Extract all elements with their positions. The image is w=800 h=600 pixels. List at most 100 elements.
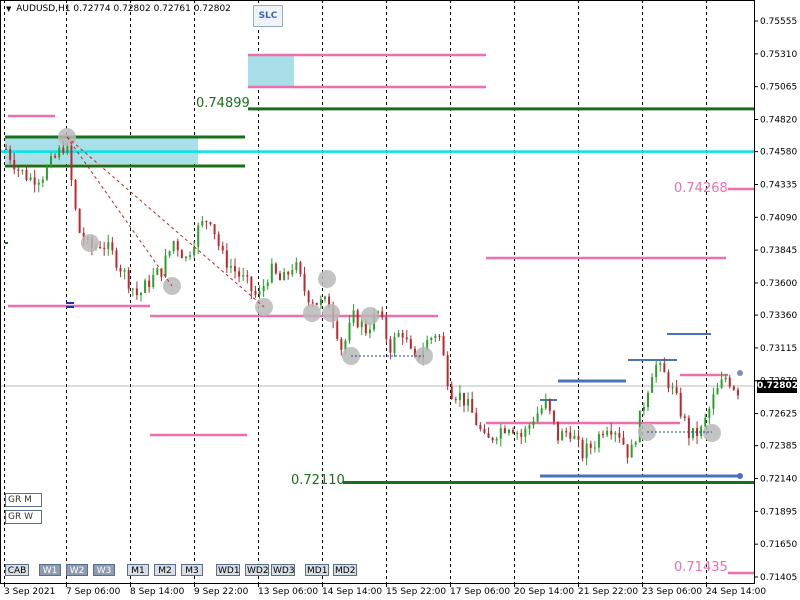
candle-body — [532, 421, 535, 426]
tf-button-md1[interactable]: MD1 — [305, 564, 329, 576]
candle-body — [123, 270, 126, 272]
tf-button-w1[interactable]: W1 — [39, 564, 61, 576]
candle-body — [524, 428, 527, 437]
candle-body — [172, 241, 175, 252]
tf-button-m2[interactable]: M2 — [154, 564, 176, 576]
candle-body — [606, 430, 609, 436]
candle-body — [356, 310, 359, 328]
candle-body — [254, 291, 257, 295]
candle-body — [405, 337, 408, 340]
tf-button-w2[interactable]: W2 — [66, 564, 88, 576]
candle-body — [360, 321, 363, 328]
tf-button-m1[interactable]: M1 — [127, 564, 149, 576]
level-endpoint-marker — [737, 370, 743, 376]
candle-body — [54, 155, 57, 158]
level-label-pink-bottom: 0.71435 — [674, 560, 728, 575]
candle-body — [315, 302, 318, 305]
current-price-tag: 0.72802 — [757, 380, 798, 393]
candle-body — [9, 149, 12, 160]
candle-body — [242, 275, 245, 277]
candle-body — [246, 275, 249, 277]
time-tick-label: 24 Sep 14:00 — [706, 587, 766, 597]
candle-body — [139, 292, 142, 296]
candle-body — [520, 433, 523, 437]
candle-body — [144, 280, 147, 293]
candle-body — [716, 387, 719, 395]
candle-body — [430, 337, 433, 341]
price-tick-label: 0.74580 — [760, 148, 797, 158]
price-tick-label: 0.71650 — [760, 540, 797, 550]
candle-body — [127, 270, 130, 289]
triangle-down-icon[interactable]: ▼ — [6, 5, 11, 13]
candle-body — [13, 159, 16, 170]
supply-zone — [248, 55, 294, 87]
ohlc-open: 0.72774 — [73, 4, 111, 14]
tf-button-wd2[interactable]: WD2 — [245, 564, 269, 576]
candle-body — [512, 429, 515, 434]
candle-body — [119, 267, 122, 272]
candle-body — [544, 399, 547, 409]
candle-body — [17, 169, 20, 171]
tf-button-w3[interactable]: W3 — [93, 564, 115, 576]
chart-canvas[interactable]: 3 Sep 2021 7 Sep 06:00 8 Sep 14:00 9 Sep 22… — [0, 0, 800, 600]
tf-button-m3[interactable]: M3 — [181, 564, 203, 576]
candle-body — [548, 399, 551, 411]
price-tick-label: 0.75555 — [760, 17, 797, 27]
candle-body — [397, 333, 400, 337]
candle-body — [303, 274, 306, 292]
candle-body — [700, 426, 703, 437]
candle-body — [217, 234, 220, 246]
tf-button-wd3[interactable]: WD3 — [271, 564, 295, 576]
candle-body — [577, 435, 580, 440]
slc-button[interactable]: SLC — [253, 5, 283, 27]
candle-body — [467, 399, 470, 406]
candle-body — [683, 416, 686, 418]
candle-body — [442, 336, 445, 356]
candle-body — [409, 339, 412, 349]
candle-body — [642, 407, 645, 411]
candle-body — [201, 221, 204, 226]
time-tick-label: 3 Sep 2021 — [4, 587, 55, 597]
candle-body — [507, 429, 510, 434]
candle-body — [614, 432, 617, 435]
candle-body — [381, 311, 384, 318]
candle-body — [62, 147, 65, 154]
candle-body — [667, 372, 670, 389]
candle-body — [258, 291, 261, 295]
tf-button-wd1[interactable]: WD1 — [216, 564, 240, 576]
candle-body — [213, 224, 216, 235]
candle-body — [41, 179, 44, 183]
gr-button-gr-m[interactable]: GR M — [5, 493, 42, 507]
candle-body — [234, 266, 237, 272]
candle-body — [434, 335, 437, 338]
candle-body — [487, 433, 490, 438]
candle-body — [66, 145, 69, 154]
candle-body — [712, 394, 715, 409]
candle-body — [152, 274, 155, 287]
pattern-marker — [361, 307, 379, 325]
tf-button-cab[interactable]: CAB — [5, 564, 29, 576]
candle-body — [180, 250, 183, 259]
tf-button-md2[interactable]: MD2 — [333, 564, 357, 576]
candle-body — [610, 430, 613, 435]
candle-body — [687, 417, 690, 439]
candle-body — [131, 288, 134, 290]
level-label-pink-top: 0.74268 — [674, 181, 728, 196]
candle-body — [573, 435, 576, 439]
candle-body — [148, 280, 151, 287]
candle-body — [336, 321, 339, 339]
candle-body — [634, 442, 637, 445]
time-tick-label: 15 Sep 22:00 — [386, 587, 446, 597]
gr-button-gr-w[interactable]: GR W — [5, 510, 42, 524]
candle-body — [463, 392, 465, 406]
candle-body — [565, 431, 568, 433]
price-tick-label: 0.73115 — [760, 344, 797, 354]
candle-body — [503, 428, 506, 434]
candle-body — [270, 263, 273, 283]
candle-body — [581, 439, 584, 459]
time-tick-label: 9 Sep 22:00 — [194, 587, 249, 597]
candle-body — [193, 246, 196, 256]
candle-body — [107, 242, 110, 249]
candle-body — [651, 377, 654, 393]
candle-body — [458, 392, 461, 400]
